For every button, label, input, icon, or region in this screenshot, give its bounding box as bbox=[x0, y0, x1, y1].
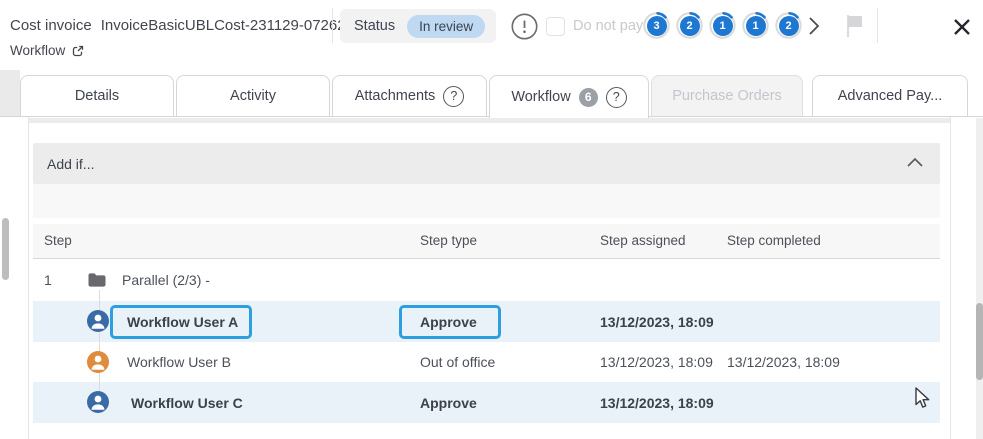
tab-purchase-orders: Purchase Orders bbox=[651, 75, 803, 116]
step-assigned: 13/12/2023, 18:09 bbox=[600, 342, 713, 382]
tab-label: Advanced Pay... bbox=[838, 88, 943, 104]
folder-icon bbox=[87, 271, 107, 289]
tab-details[interactable]: Details bbox=[20, 75, 174, 116]
workflow-external-link[interactable]: Workflow bbox=[10, 43, 85, 58]
user-name: Workflow User C bbox=[131, 382, 243, 423]
group-label: Parallel (2/3) - bbox=[122, 259, 210, 301]
column-header-step-completed: Step completed bbox=[727, 233, 821, 248]
tab-workflow[interactable]: Workflow 6 ? bbox=[489, 75, 649, 118]
alert-icon[interactable] bbox=[511, 13, 538, 40]
panel-right-border bbox=[950, 117, 951, 439]
chevron-right-icon[interactable] bbox=[805, 15, 823, 37]
right-scrollbar[interactable] bbox=[976, 118, 983, 439]
user-avatar-icon bbox=[87, 310, 109, 332]
do-not-pay-label: Do not pay bbox=[573, 18, 643, 34]
table-row-user-a[interactable]: Workflow User A Approve 13/12/2023, 18:0… bbox=[33, 301, 940, 342]
step-count-badge[interactable]: 1 bbox=[709, 12, 736, 39]
right-scrollbar-thumb[interactable] bbox=[976, 303, 983, 380]
user-name: Workflow User A bbox=[127, 301, 238, 342]
left-scrollbar-thumb[interactable] bbox=[2, 218, 9, 280]
workflow-link-label: Workflow bbox=[10, 43, 65, 58]
add-if-section-header[interactable]: Add if... bbox=[33, 143, 940, 184]
add-if-label: Add if... bbox=[47, 156, 94, 172]
step-number: 1 bbox=[44, 259, 52, 301]
table-row-user-b[interactable]: Workflow User B Out of office 13/12/2023… bbox=[33, 342, 940, 382]
help-icon[interactable]: ? bbox=[606, 87, 627, 108]
column-header-step: Step bbox=[44, 233, 72, 248]
workflow-step-badges: 3 2 1 1 bbox=[643, 12, 802, 39]
tab-advanced-payments[interactable]: Advanced Pay... bbox=[812, 75, 968, 116]
doc-id-label: InvoiceBasicUBLCost-231129-072622 bbox=[101, 17, 354, 34]
invoice-detail-window: Cost invoice InvoiceBasicUBLCost-231129-0… bbox=[0, 0, 983, 439]
tab-label: Workflow bbox=[511, 89, 570, 105]
step-type: Approve bbox=[420, 301, 477, 342]
table-row-user-c[interactable]: Workflow User C Approve 13/12/2023, 18:0… bbox=[33, 382, 940, 423]
step-assigned: 13/12/2023, 18:09 bbox=[600, 382, 714, 423]
panel-spacer bbox=[33, 184, 940, 218]
tab-activity[interactable]: Activity bbox=[176, 75, 330, 116]
column-header-step-type: Step type bbox=[420, 233, 477, 248]
step-count-badge[interactable]: 3 bbox=[643, 12, 670, 39]
status-group: Status In review bbox=[340, 9, 496, 43]
user-avatar-icon bbox=[87, 391, 109, 413]
user-avatar-icon bbox=[87, 351, 109, 373]
step-count-badge[interactable]: 1 bbox=[742, 12, 769, 39]
status-label: Status bbox=[354, 18, 395, 34]
step-type: Approve bbox=[420, 382, 477, 423]
table-row-group[interactable]: 1 Parallel (2/3) - bbox=[33, 259, 940, 301]
doc-type-label: Cost invoice bbox=[10, 17, 92, 34]
column-header-step-assigned: Step assigned bbox=[600, 233, 686, 248]
step-count-badge[interactable]: 2 bbox=[775, 12, 802, 39]
flag-icon[interactable] bbox=[843, 13, 868, 39]
user-name: Workflow User B bbox=[127, 342, 231, 382]
tab-label: Details bbox=[75, 88, 119, 104]
close-icon[interactable] bbox=[948, 13, 976, 41]
help-icon[interactable]: ? bbox=[443, 86, 464, 107]
tab-label: Purchase Orders bbox=[672, 88, 782, 104]
tab-attachments[interactable]: Attachments ? bbox=[332, 75, 487, 116]
panel-left-border bbox=[28, 117, 29, 439]
tabstrip-left-filler bbox=[0, 70, 20, 116]
do-not-pay-checkbox[interactable] bbox=[546, 17, 565, 36]
step-count-badge[interactable]: 2 bbox=[676, 12, 703, 39]
step-completed: 13/12/2023, 18:09 bbox=[727, 342, 840, 382]
status-badge: In review bbox=[407, 15, 485, 38]
tab-label: Attachments bbox=[355, 88, 436, 104]
header-divider bbox=[877, 8, 878, 43]
step-type: Out of office bbox=[420, 342, 495, 382]
workflow-table-header: Step Step type Step assigned Step comple… bbox=[33, 224, 940, 259]
panel-top-strip bbox=[29, 118, 950, 123]
tree-connector-line bbox=[99, 290, 100, 402]
step-assigned: 13/12/2023, 18:09 bbox=[600, 301, 714, 342]
header-divider bbox=[332, 8, 333, 43]
page-title: Cost invoice InvoiceBasicUBLCost-231129-0… bbox=[10, 17, 354, 34]
tab-count-badge: 6 bbox=[579, 88, 598, 107]
external-link-icon bbox=[71, 44, 85, 58]
tab-label: Activity bbox=[230, 88, 276, 104]
collapse-chevron-icon[interactable] bbox=[904, 153, 926, 173]
